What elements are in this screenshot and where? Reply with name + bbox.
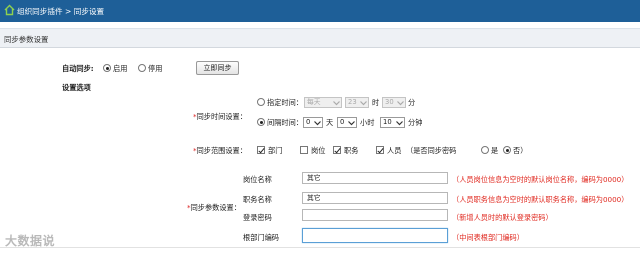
breadcrumb-current: 同步设置 <box>73 7 105 16</box>
login-password-input[interactable] <box>302 209 448 221</box>
scope-department-checkbox[interactable] <box>257 146 265 154</box>
fixed-hour-unit: 时 <box>372 98 380 107</box>
scope-post-label: 岗位 <box>311 146 326 155</box>
auto-sync-disable-radio[interactable] <box>138 64 146 72</box>
password-sync-no-radio[interactable] <box>503 146 511 154</box>
fixed-time-label: 指定时间： <box>267 98 303 107</box>
auto-sync-enable-radio[interactable] <box>103 64 111 72</box>
scope-duty-checkbox[interactable] <box>333 146 341 154</box>
sync-now-button[interactable]: 立即同步 <box>196 61 239 75</box>
interval-time-label: 间隔时间： <box>267 118 303 127</box>
settings-group-label: 设置选项 <box>62 83 91 92</box>
chevron-down-icon <box>348 121 355 126</box>
fixed-hour-select[interactable]: 23 <box>345 97 369 108</box>
scope-post-checkbox[interactable] <box>300 146 308 154</box>
login-password-label: 登录密码 <box>243 213 272 222</box>
interval-time-radio[interactable] <box>257 118 265 126</box>
scope-department-label: 部门 <box>268 146 283 155</box>
root-dept-code-hint: （中间表根部门编码） <box>452 233 524 242</box>
scope-duty-label: 职务 <box>344 146 359 155</box>
params-setting-label: *同步参数设置： <box>187 203 241 212</box>
section-title: 同步参数设置 <box>4 35 49 44</box>
auto-sync-enable-label: 启用 <box>113 64 128 73</box>
password-sync-no-label: 否） <box>513 146 528 155</box>
interval-day-select[interactable]: 0 <box>303 117 323 128</box>
duty-name-hint: （人员职务信息为空时的默认职务名称，编码为0000） <box>452 195 629 204</box>
chevron-down-icon <box>333 101 340 106</box>
breadcrumb-separator: > <box>64 7 72 16</box>
interval-hour-unit: 小时 <box>360 118 375 127</box>
root-dept-code-input[interactable] <box>302 228 448 243</box>
auto-sync-label: 自动同步: <box>62 64 94 73</box>
scope-person-label: 人员 <box>387 146 402 155</box>
password-sync-yes-label: 是 <box>491 146 499 155</box>
time-setting-label: *同步时间设置： <box>193 112 247 121</box>
chevron-down-icon <box>314 121 321 126</box>
interval-minute-select[interactable]: 10 <box>380 117 405 128</box>
interval-minute-unit: 分钟 <box>408 118 423 127</box>
password-sync-question: （是否同步密码 <box>406 146 457 155</box>
interval-day-unit: 天 <box>326 118 334 127</box>
watermark: 大数据说 <box>5 234 56 248</box>
scope-setting-label: *同步范围设置： <box>193 146 247 155</box>
breadcrumb-root[interactable]: 组织同步插件 <box>17 7 63 16</box>
section-header: 同步参数设置 <box>0 28 640 48</box>
bottom-divider <box>0 247 640 248</box>
fixed-minute-unit: 分 <box>408 98 416 107</box>
duty-name-label: 职务名称 <box>243 195 272 204</box>
chevron-down-icon <box>360 101 367 106</box>
post-name-label: 岗位名称 <box>243 175 272 184</box>
fixed-minute-select[interactable]: 30 <box>382 97 406 108</box>
title-bar: 组织同步插件 > 同步设置 <box>0 0 640 22</box>
breadcrumb: 组织同步插件 > 同步设置 <box>17 6 104 17</box>
auto-sync-disable-label: 停用 <box>148 64 163 73</box>
post-name-hint: （人员岗位信息为空时的默认岗位名称，编码为0000） <box>452 175 629 184</box>
chevron-down-icon <box>397 101 404 106</box>
duty-name-input[interactable]: 其它 <box>302 192 448 204</box>
home-icon[interactable] <box>4 4 15 16</box>
password-sync-yes-radio[interactable] <box>481 146 489 154</box>
fixed-time-radio[interactable] <box>257 98 265 106</box>
post-name-input[interactable]: 其它 <box>302 172 448 184</box>
interval-hour-select[interactable]: 0 <box>337 117 357 128</box>
fixed-day-select[interactable]: 每天 <box>304 97 342 108</box>
chevron-down-icon <box>396 121 403 126</box>
login-password-hint: （新增人员时的默认登录密码） <box>452 213 553 222</box>
root-dept-code-label: 根部门编码 <box>243 233 279 242</box>
scope-person-checkbox[interactable] <box>376 146 384 154</box>
